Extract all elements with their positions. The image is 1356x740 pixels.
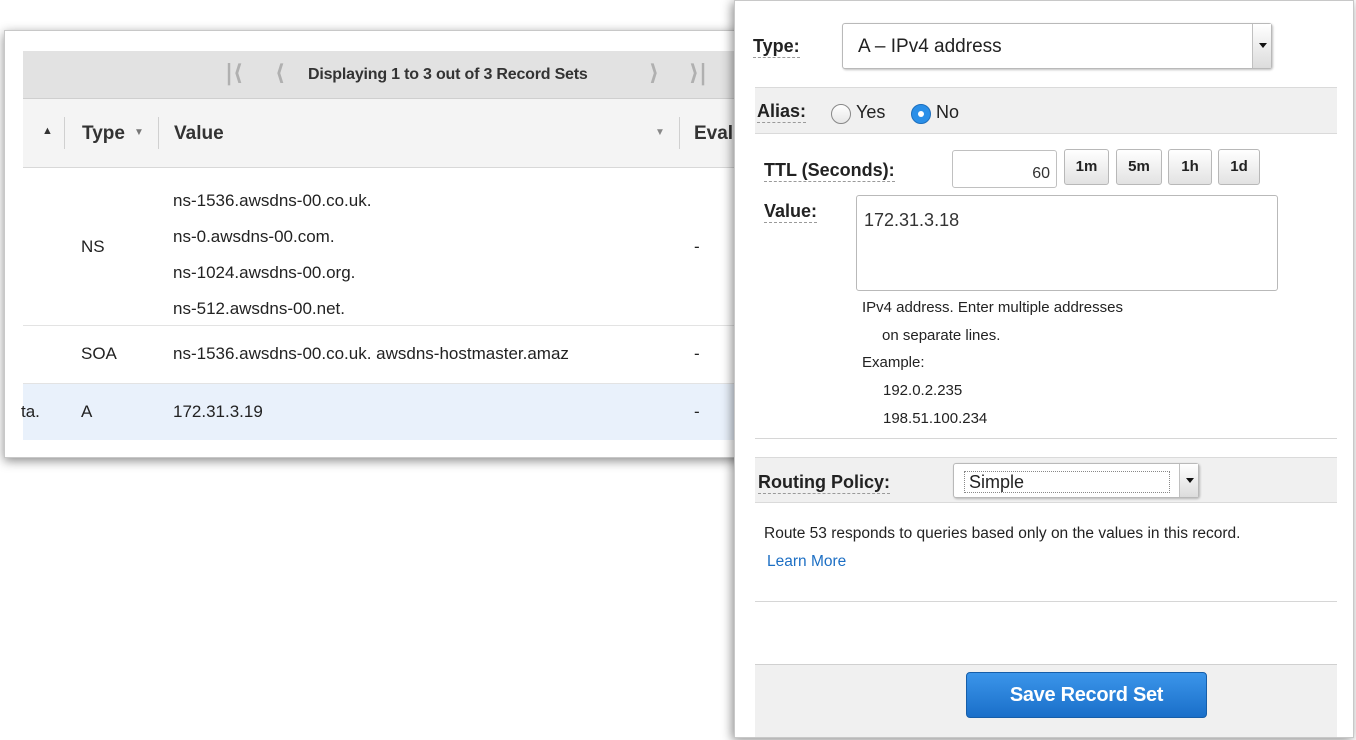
alias-label: Alias: <box>757 101 807 123</box>
column-header-type[interactable]: Type <box>82 123 125 145</box>
record-value: ns-1536.awsdns-00.co.uk. awsdns-hostmast… <box>173 344 569 363</box>
table-header-row: ▲ Type ▼ Value ▼ Eval <box>23 99 753 168</box>
record-value-line: ns-1024.awsdns-00.org. <box>173 263 356 282</box>
pager-bar: |⟨ ⟨ Displaying 1 to 3 out of 3 Record S… <box>23 51 753 99</box>
alias-section: Alias: Yes No <box>755 87 1337 134</box>
record-value: 172.31.3.19 <box>173 402 263 421</box>
chevron-down-icon[interactable]: ▼ <box>655 127 665 138</box>
type-select-value: A – IPv4 address <box>858 36 1002 57</box>
record-evaluate: - <box>694 237 700 256</box>
routing-policy-value: Simple <box>964 471 1170 493</box>
record-value-line: ns-0.awsdns-00.com. <box>173 227 335 246</box>
record-sets-table-panel: |⟨ ⟨ Displaying 1 to 3 out of 3 Record S… <box>4 30 754 458</box>
column-header-evaluate[interactable]: Eval <box>694 123 733 145</box>
record-value-line: ns-512.awsdns-00.net. <box>173 299 345 318</box>
pager-next-icon[interactable]: ⟩ <box>649 63 659 85</box>
value-help-example: 192.0.2.235 <box>883 382 963 399</box>
divider <box>755 438 1337 439</box>
routing-policy-select[interactable]: Simple <box>953 463 1199 498</box>
ttl-1m-button[interactable]: 1m <box>1064 149 1109 185</box>
form-footer: Save Record Set <box>755 664 1337 737</box>
type-label: Type: <box>753 36 800 58</box>
alias-yes-label[interactable]: Yes <box>856 102 885 123</box>
routing-policy-label: Routing Policy: <box>758 472 890 494</box>
divider <box>755 601 1337 602</box>
type-select[interactable]: A – IPv4 address <box>842 23 1272 69</box>
value-help-example: 198.51.100.234 <box>883 410 988 427</box>
value-help-example-label: Example: <box>862 354 925 371</box>
value-help-text: on separate lines. <box>882 327 1001 344</box>
pager-status-text: Displaying 1 to 3 out of 3 Record Sets <box>308 66 588 83</box>
record-type: SOA <box>81 344 117 363</box>
routing-policy-section: Routing Policy: Simple <box>755 457 1337 503</box>
record-name: ta. <box>21 402 40 421</box>
pager-first-icon[interactable]: |⟨ <box>225 63 243 85</box>
pager-prev-icon[interactable]: ⟨ <box>275 63 285 85</box>
pager-last-icon[interactable]: ⟩| <box>689 63 707 85</box>
chevron-down-icon[interactable]: ▼ <box>134 127 144 138</box>
ttl-1h-button[interactable]: 1h <box>1168 149 1212 185</box>
table-row[interactable]: NS ns-1536.awsdns-00.co.uk. ns-0.awsdns-… <box>23 169 753 327</box>
value-label: Value: <box>764 201 818 223</box>
save-record-set-button[interactable]: Save Record Set <box>966 672 1207 718</box>
alias-no-radio[interactable] <box>911 104 931 124</box>
chevron-down-icon[interactable] <box>1252 24 1271 68</box>
column-separator <box>64 117 65 149</box>
record-type: NS <box>81 237 105 256</box>
record-value: ns-1536.awsdns-00.co.uk. ns-0.awsdns-00.… <box>173 183 667 327</box>
value-textarea[interactable]: 172.31.3.18 <box>856 195 1278 291</box>
record-value-line: ns-1536.awsdns-00.co.uk. <box>173 191 372 210</box>
sort-ascending-icon[interactable]: ▲ <box>42 125 53 137</box>
record-evaluate: - <box>694 402 700 421</box>
column-separator <box>158 117 159 149</box>
table-row-selected[interactable]: ta. A 172.31.3.19 - <box>21 384 753 440</box>
alias-yes-radio[interactable] <box>831 104 851 124</box>
ttl-1d-button[interactable]: 1d <box>1218 149 1260 185</box>
ttl-label: TTL (Seconds): <box>764 160 895 182</box>
routing-policy-description: Route 53 responds to queries based only … <box>764 525 1241 542</box>
edit-record-set-panel: Type: A – IPv4 address Alias: Yes No TTL… <box>734 0 1354 738</box>
learn-more-link[interactable]: Learn More <box>767 553 846 571</box>
ttl-5m-button[interactable]: 5m <box>1116 149 1162 185</box>
value-help-text: IPv4 address. Enter multiple addresses <box>862 299 1123 316</box>
column-separator <box>679 117 680 149</box>
record-type: A <box>81 402 93 421</box>
ttl-input[interactable] <box>952 150 1057 188</box>
table-row[interactable]: SOA ns-1536.awsdns-00.co.uk. awsdns-host… <box>23 326 753 384</box>
chevron-down-icon[interactable] <box>1179 464 1198 497</box>
record-evaluate: - <box>694 344 700 363</box>
column-header-value[interactable]: Value <box>174 123 224 145</box>
alias-no-label[interactable]: No <box>936 102 959 123</box>
